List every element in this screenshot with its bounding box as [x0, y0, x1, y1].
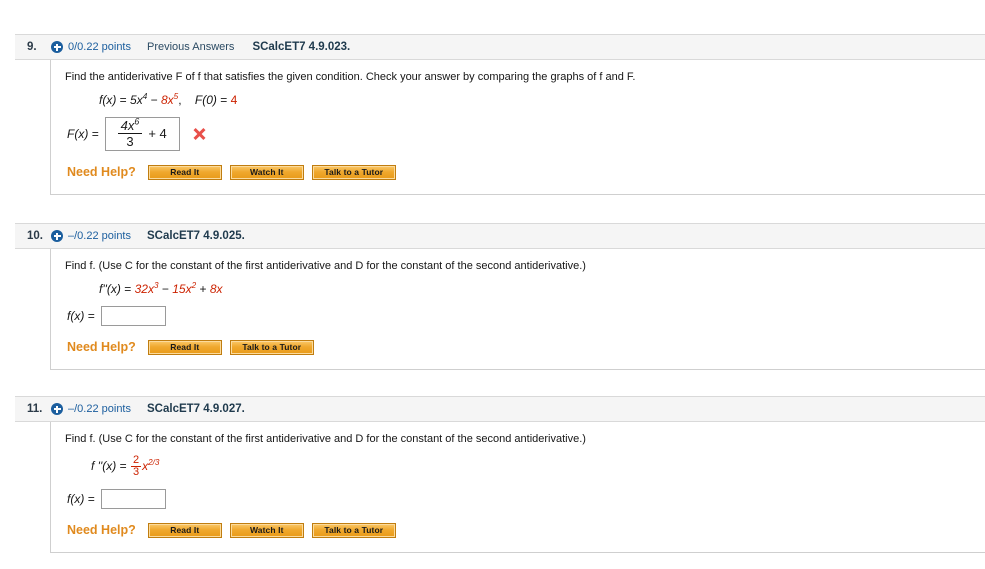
problem-equation: f ''(x) = 2 3 x2/3 [91, 453, 985, 479]
equation-comma: , [178, 92, 182, 107]
answer-label: f(x) = [67, 491, 95, 506]
problem-equation: f(x) = 5x4 − 8x5, F(0) = 4 [99, 91, 985, 107]
problem-block-10: 10. –/0.22 points SCalcET7 4.9.025. Find… [15, 223, 985, 370]
answer-row-9: F(x) = 4x6 3 + 4 [67, 116, 985, 151]
points-label: –/0.22 points [68, 230, 131, 242]
problem-header-9: 9. 0/0.22 points Previous Answers SCalcE… [15, 34, 985, 60]
need-help-label: Need Help? [67, 340, 136, 355]
answer-fraction: 4x6 3 [117, 117, 143, 148]
answer-row-10: f(x) = [67, 305, 985, 326]
textbook-reference: SCalcET7 4.9.027. [147, 403, 245, 415]
textbook-reference: SCalcET7 4.9.025. [147, 230, 245, 242]
problem-prompt: Find the antiderivative F of f that sati… [65, 71, 636, 83]
watch-it-button[interactable]: Watch It [229, 164, 304, 180]
answer-label: f(x) = [67, 308, 95, 323]
equation-term1: 5x [130, 92, 143, 107]
equation-term2: 8x [160, 92, 174, 107]
answer-denominator: 3 [117, 133, 143, 148]
previous-answers-link[interactable]: Previous Answers [147, 41, 234, 53]
equation-term1-exponent: 3 [153, 280, 159, 290]
need-help-row-10: Need Help? Read It Talk to a Tutor [67, 339, 985, 355]
points-label: –/0.22 points [68, 403, 131, 415]
equation-term2: 15x [172, 281, 192, 296]
problem-body-9: Find the antiderivative F of f that sati… [50, 60, 985, 195]
equation-equals: = [119, 459, 127, 473]
plus-circle-icon[interactable] [51, 230, 63, 242]
need-help-label: Need Help? [67, 523, 136, 538]
read-it-button[interactable]: Read It [147, 522, 222, 538]
fraction-denominator: 3 [130, 466, 142, 479]
problem-equation: f''(x) = 32x3 − 15x2 + 8x [99, 280, 985, 296]
talk-to-tutor-button[interactable]: Talk to a Tutor [229, 339, 314, 355]
x-mark-icon [194, 128, 206, 140]
plus-circle-icon[interactable] [51, 403, 63, 415]
condition-value: 4 [230, 92, 238, 107]
need-help-row-9: Need Help? Read It Watch It Talk to a Tu… [67, 164, 985, 180]
problem-prompt: Find f. (Use C for the constant of the f… [65, 260, 586, 272]
condition-lhs: F(0) [194, 92, 217, 107]
plus-circle-icon[interactable] [51, 41, 63, 53]
textbook-reference: SCalcET7 4.9.023. [252, 41, 351, 53]
problem-block-11: 11. –/0.22 points SCalcET7 4.9.027. Find… [15, 396, 985, 553]
problem-body-11: Find f. (Use C for the constant of the f… [50, 422, 985, 553]
points-label: 0/0.22 points [68, 41, 131, 53]
need-help-row-11: Need Help? Read It Watch It Talk to a Tu… [67, 522, 985, 538]
equation-plus: + [199, 281, 207, 296]
equation-variable-exponent: 2/3 [148, 458, 160, 467]
talk-to-tutor-button[interactable]: Talk to a Tutor [311, 164, 396, 180]
equation-fraction: 2 3 [130, 453, 142, 479]
equation-term1-exponent: 4 [142, 91, 148, 101]
need-help-label: Need Help? [67, 165, 136, 180]
problem-number: 11. [27, 403, 43, 415]
answer-label: F(x) = [67, 126, 99, 141]
equation-lhs: f ''(x) [91, 459, 117, 473]
equation-term1: 32x [134, 281, 154, 296]
equation-term3: 8x [209, 281, 223, 296]
equation-lhs: f(x) [99, 92, 117, 107]
problem-header-11: 11. –/0.22 points SCalcET7 4.9.027. [15, 396, 985, 422]
answer-input[interactable] [100, 305, 166, 326]
answer-input[interactable] [100, 488, 166, 509]
problem-block-9: 9. 0/0.22 points Previous Answers SCalcE… [15, 34, 985, 195]
read-it-button[interactable]: Read It [147, 164, 222, 180]
equation-equals: = [124, 281, 132, 296]
read-it-button[interactable]: Read It [147, 339, 222, 355]
condition-equals: = [220, 92, 228, 107]
assignment-page: 9. 0/0.22 points Previous Answers SCalcE… [0, 0, 985, 569]
equation-equals: = [119, 92, 127, 107]
problem-body-10: Find f. (Use C for the constant of the f… [50, 249, 985, 370]
equation-minus: − [161, 281, 169, 296]
watch-it-button[interactable]: Watch It [229, 522, 304, 538]
answer-numerator: 4x6 [120, 117, 140, 134]
equation-minus: − [150, 92, 158, 107]
equation-lhs: f''(x) [99, 281, 121, 296]
answer-row-11: f(x) = [67, 488, 985, 509]
problem-prompt: Find f. (Use C for the constant of the f… [65, 433, 586, 445]
answer-trailing-term: + 4 [148, 126, 167, 142]
problem-number: 10. [27, 230, 43, 242]
problem-number: 9. [27, 41, 37, 53]
answer-display-box[interactable]: 4x6 3 + 4 [104, 116, 180, 151]
talk-to-tutor-button[interactable]: Talk to a Tutor [311, 522, 396, 538]
fraction-numerator: 2 [132, 453, 140, 466]
problem-header-10: 10. –/0.22 points SCalcET7 4.9.025. [15, 223, 985, 249]
equation-term2-exponent: 2 [191, 280, 197, 290]
